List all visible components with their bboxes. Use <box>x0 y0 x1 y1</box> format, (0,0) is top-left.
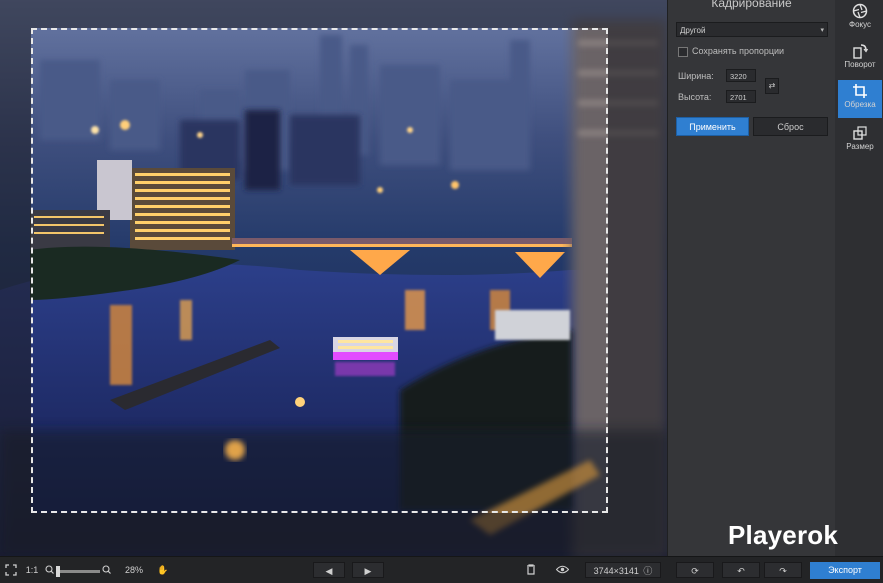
chevron-down-icon: ▾ <box>820 27 824 34</box>
preset-select[interactable]: Другой ▾ <box>676 22 828 37</box>
zoom-slider-knob[interactable] <box>56 566 60 577</box>
hand-icon[interactable]: ✋ <box>156 562 170 578</box>
crop-mask-right <box>608 28 667 513</box>
aperture-icon <box>852 3 868 19</box>
undo-icon[interactable]: ↶ <box>722 562 760 578</box>
crop-icon <box>853 84 867 98</box>
crop-mask-left <box>0 28 31 513</box>
tool-strip: Фокус Поворот Обрезка Размер <box>835 0 883 556</box>
panel-title: Кадрирование <box>711 0 792 10</box>
export-button[interactable]: Экспорт <box>810 562 880 579</box>
tool-resize[interactable]: Размер <box>838 122 882 160</box>
zoom-in-icon[interactable] <box>101 562 111 578</box>
info-icon[interactable]: ⓘ <box>643 566 652 576</box>
resize-icon <box>853 126 867 140</box>
image-dimensions: 3744×3141 ⓘ <box>585 562 661 578</box>
tool-resize-label: Размер <box>846 142 874 151</box>
crop-frame[interactable] <box>31 28 608 513</box>
zoom-slider[interactable] <box>60 570 100 573</box>
tool-focus-label: Фокус <box>848 20 872 29</box>
prev-button[interactable]: ◀ <box>313 562 345 578</box>
height-input[interactable]: 2701 <box>726 90 756 103</box>
tool-rotate-label: Поворот <box>844 60 876 69</box>
preset-value: Другой <box>680 26 706 35</box>
image-canvas[interactable] <box>0 0 667 556</box>
eye-icon[interactable] <box>554 562 570 578</box>
width-input[interactable]: 3220 <box>726 69 756 82</box>
tool-crop[interactable]: Обрезка <box>838 80 882 118</box>
crop-panel: Кадрирование Другой ▾ Сохранять пропорци… <box>667 0 835 556</box>
reset-button[interactable]: Сброс <box>753 117 828 136</box>
next-button[interactable]: ▶ <box>352 562 384 578</box>
zoom-out-icon[interactable] <box>44 562 54 578</box>
rotate-icon <box>853 44 868 59</box>
keep-ratio-label: Сохранять пропорции <box>692 46 785 56</box>
link-icon[interactable]: ⇄ <box>765 78 779 94</box>
crop-mask-bottom <box>0 513 667 556</box>
refresh-icon[interactable]: ⟳ <box>676 562 714 578</box>
fit-screen-icon[interactable] <box>4 562 18 578</box>
tool-crop-label: Обрезка <box>844 100 876 109</box>
bottom-bar: 1:1 28% ✋ ◀ ▶ 3744×3141 ⓘ ⟳ ↶ ↷ Экспорт <box>0 556 883 583</box>
actual-size-button[interactable]: 1:1 <box>24 562 40 578</box>
redo-icon[interactable]: ↷ <box>764 562 802 578</box>
keep-ratio-checkbox[interactable] <box>678 47 688 57</box>
apply-button[interactable]: Применить <box>676 117 749 136</box>
tool-rotate[interactable]: Поворот <box>838 40 882 78</box>
dimensions-text: 3744×3141 <box>593 566 639 576</box>
height-label: Высота: <box>678 92 712 102</box>
zoom-percent: 28% <box>124 565 143 575</box>
crop-mask-top <box>0 0 667 28</box>
width-label: Ширина: <box>678 71 714 81</box>
tool-focus[interactable]: Фокус <box>838 0 882 38</box>
trash-icon[interactable] <box>524 562 538 578</box>
watermark: Playerok <box>728 520 839 550</box>
